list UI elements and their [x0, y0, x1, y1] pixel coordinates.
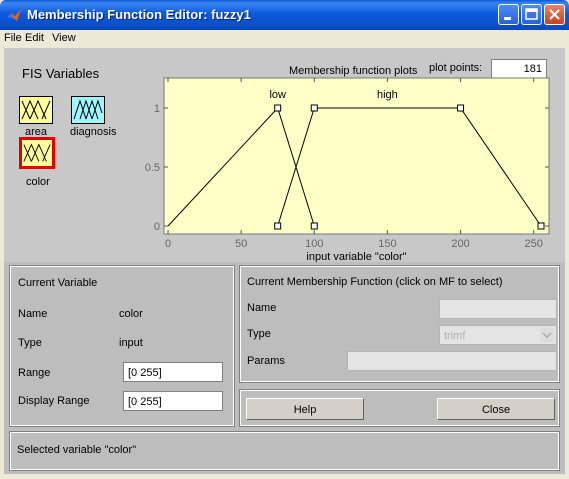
variable-type-value: input [119, 337, 143, 349]
variable-name-value: color [119, 308, 143, 320]
x-tick-label: 100 [305, 238, 323, 250]
output-variable-diagnosis-tile[interactable] [71, 96, 105, 124]
y-tick-label: 0 [154, 221, 160, 233]
maximize-icon [525, 8, 538, 20]
mf-vertex-marker [274, 222, 282, 230]
mf-type-value: trimf [444, 330, 466, 342]
variable-type-label: Type [18, 337, 42, 349]
y-tick-label: 1 [154, 103, 160, 115]
maximize-button[interactable] [521, 4, 542, 25]
x-tick-label: 150 [378, 238, 396, 250]
x-tick-label: 200 [451, 238, 469, 250]
plot-background [163, 77, 550, 235]
plot-points-label: plot points: [429, 62, 483, 74]
mf-type-label: Type [247, 328, 271, 340]
mf-type-select[interactable]: trimf [439, 325, 557, 345]
mf-vertex-marker [274, 104, 282, 112]
mf-editor-window: Membership Function Editor: fuzzy1 File … [0, 0, 569, 479]
close-icon [549, 9, 560, 20]
x-tick-label: 250 [525, 238, 543, 250]
menu-file[interactable]: File [4, 32, 22, 44]
display-range-label: Display Range [18, 395, 90, 407]
current-variable-heading: Current Variable [18, 277, 98, 289]
window-title: Membership Function Editor: fuzzy1 [27, 7, 251, 22]
chevron-down-icon [540, 328, 554, 342]
figure-area: FIS Variables area diagnosis color Membe… [4, 48, 565, 474]
current-mf-heading: Current Membership Function (click on MF… [247, 276, 503, 288]
matlab-logo-icon [7, 9, 21, 21]
status-bar: Selected variable "color" [9, 431, 560, 471]
y-tick-label: 0.5 [145, 162, 160, 174]
mf-params-label: Params [247, 355, 285, 367]
x-tick-label: 50 [235, 238, 247, 250]
mf-vertex-marker [537, 222, 545, 230]
mf-label-high: high [377, 89, 398, 101]
minimize-button[interactable] [498, 4, 519, 25]
mf-label-low: low [269, 89, 286, 101]
variable-name-label: Name [18, 308, 48, 320]
close-window-button[interactable] [544, 4, 565, 25]
current-mf-panel: Current Membership Function (click on MF… [239, 265, 560, 383]
help-button[interactable]: Help [246, 398, 364, 420]
title-bar[interactable]: Membership Function Editor: fuzzy1 [0, 0, 569, 30]
bottom-panel: Current Variable Name color Type input R… [4, 262, 565, 474]
mf-name-label: Name [247, 302, 277, 314]
input-variable-color-tile[interactable] [19, 137, 55, 169]
minimize-icon [504, 17, 511, 20]
fis-variables-heading: FIS Variables [22, 66, 100, 81]
mf-params-input[interactable] [347, 351, 557, 371]
x-tick-label: 0 [165, 238, 171, 250]
output-variable-diagnosis-label: diagnosis [70, 126, 117, 138]
current-variable-panel: Current Variable Name color Type input R… [9, 265, 235, 427]
mf-name-input[interactable] [439, 299, 557, 319]
range-input[interactable]: [0 255] [123, 362, 223, 382]
membership-function-plot[interactable]: 0 0.5 1 0 50 100 150 200 250 input variable "colo… [139, 76, 565, 262]
range-label: Range [18, 367, 51, 379]
action-buttons-panel: Help Close [239, 389, 560, 427]
status-text: Selected variable "color" [17, 444, 137, 456]
mf-vertex-marker [310, 222, 318, 230]
input-variable-area-tile[interactable] [19, 96, 53, 124]
menu-view[interactable]: View [52, 32, 76, 44]
menu-edit[interactable]: Edit [25, 32, 44, 44]
menu-bar: File Edit View [0, 30, 569, 48]
mf-vertex-marker [310, 104, 318, 112]
display-range-input[interactable]: [0 255] [123, 391, 223, 411]
x-axis-label: input variable "color" [306, 251, 406, 262]
close-button[interactable]: Close [437, 398, 555, 420]
membership-functions-icon [23, 143, 51, 162]
membership-functions-icon [21, 99, 51, 120]
membership-functions-icon [73, 99, 103, 120]
input-variable-color-label: color [26, 176, 50, 188]
mf-vertex-marker [457, 104, 465, 112]
